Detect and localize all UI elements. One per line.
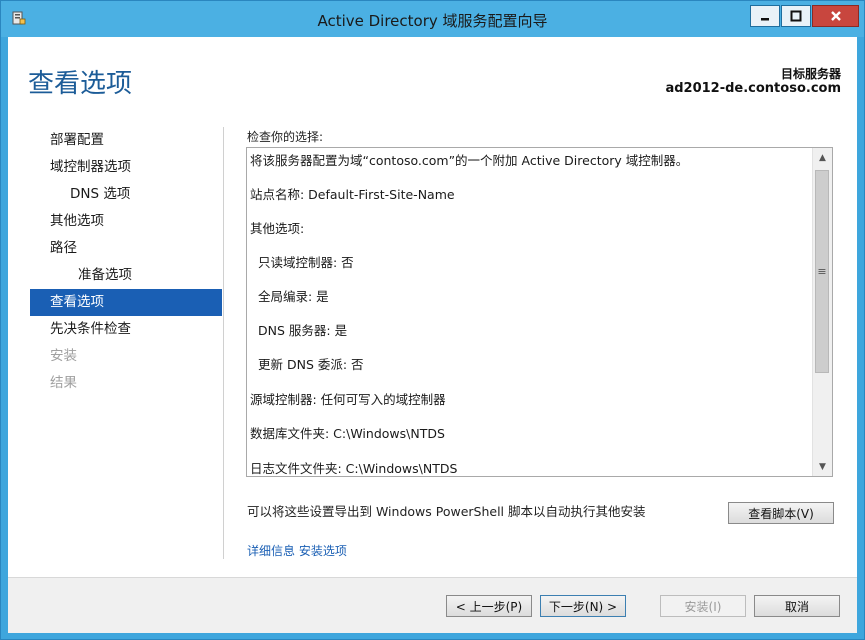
close-icon (830, 7, 842, 26)
review-label: 检查你的选择: (247, 130, 324, 144)
minimize-icon (759, 7, 771, 26)
review-line: 数据库文件夹: C:\Windows\NTDS (250, 426, 445, 441)
page-title: 查看选项 (28, 69, 133, 99)
title-bar[interactable]: Active Directory 域服务配置向导 (1, 1, 864, 37)
view-script-button[interactable]: 查看脚本(V) (728, 502, 834, 524)
wizard-content: 查看选项 目标服务器 ad2012-de.contoso.com 部署配置 域控… (8, 37, 857, 633)
target-server-label: 目标服务器 (780, 67, 841, 81)
nav-divider (223, 127, 224, 559)
review-line: 只读域控制器: 否 (258, 255, 354, 270)
scroll-up-arrow-icon[interactable]: ▲ (813, 148, 832, 167)
cancel-button[interactable]: 取消 (754, 595, 840, 617)
nav-item-paths[interactable]: 路径 (30, 235, 222, 262)
installation-options-link[interactable]: 安装选项 (299, 544, 347, 558)
review-line: DNS 服务器: 是 (258, 323, 348, 338)
review-line: 源域控制器: 任何可写入的域控制器 (250, 392, 446, 407)
target-server-name: ad2012-de.contoso.com (665, 81, 841, 96)
previous-button[interactable]: < 上一步(P) (446, 595, 532, 617)
review-line: 站点名称: Default-First-Site-Name (250, 187, 455, 202)
nav-item-deployment-config[interactable]: 部署配置 (30, 127, 222, 154)
review-line: 将该服务器配置为域“contoso.com”的一个附加 Active Direc… (250, 153, 689, 168)
close-button[interactable] (812, 5, 859, 27)
nav-item-preparation-options[interactable]: 准备选项 (30, 262, 222, 289)
review-summary-box[interactable]: 将该服务器配置为域“contoso.com”的一个附加 Active Direc… (246, 147, 833, 477)
nav-item-dc-options[interactable]: 域控制器选项 (30, 154, 222, 181)
review-line: 日志文件文件夹: C:\Windows\NTDS (250, 461, 458, 476)
review-line: 全局编录: 是 (258, 289, 329, 304)
nav-item-results: 结果 (50, 375, 77, 391)
maximize-icon (790, 7, 802, 26)
more-info: 详细信息 安装选项 (247, 542, 347, 559)
wizard-footer: < 上一步(P) 下一步(N) > 安装(I) 取消 (8, 577, 857, 633)
export-description: 可以将这些设置导出到 Windows PowerShell 脚本以自动执行其他安… (247, 504, 646, 519)
vertical-scrollbar[interactable]: ▲ ≡ ▼ (812, 148, 832, 476)
nav-item-prerequisites-check[interactable]: 先决条件检查 (30, 316, 222, 343)
scroll-thumb[interactable]: ≡ (815, 170, 829, 373)
wizard-nav: 部署配置 域控制器选项 DNS 选项 其他选项 路径 准备选项 查看选项 先决条… (30, 127, 222, 397)
review-line: 其他选项: (250, 221, 305, 236)
window-title: Active Directory 域服务配置向导 (317, 12, 548, 30)
scroll-down-arrow-icon[interactable]: ▼ (813, 457, 832, 476)
next-button[interactable]: 下一步(N) > (540, 595, 626, 617)
maximize-button[interactable] (781, 5, 811, 27)
nav-item-additional-options[interactable]: 其他选项 (30, 208, 222, 235)
install-button: 安装(I) (660, 595, 746, 617)
review-line: 更新 DNS 委派: 否 (258, 357, 364, 372)
nav-item-review-options[interactable]: 查看选项 (30, 289, 222, 316)
nav-item-dns-options[interactable]: DNS 选项 (30, 181, 222, 208)
nav-item-installation: 安装 (50, 348, 77, 364)
wizard-window: Active Directory 域服务配置向导 查看选项 目标服务器 ad20… (0, 0, 865, 640)
minimize-button[interactable] (750, 5, 780, 27)
more-info-link-prefix[interactable]: 详细信息 (247, 544, 295, 558)
